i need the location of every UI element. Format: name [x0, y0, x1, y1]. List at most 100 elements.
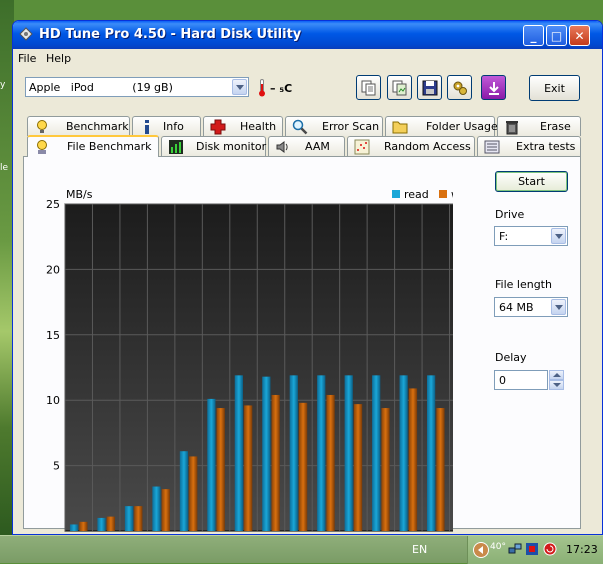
read-bar: [234, 375, 243, 531]
write-bar: [381, 408, 390, 531]
write-bar: [216, 408, 225, 531]
write-bar: [353, 404, 363, 531]
security-icon[interactable]: [525, 542, 539, 556]
trash-icon: [506, 121, 518, 135]
copy-info-button[interactable]: [356, 75, 381, 100]
write-bar: [79, 521, 88, 531]
stepper-up-icon[interactable]: [549, 370, 564, 380]
bar-chart-icon: [169, 140, 183, 154]
write-bar: [436, 408, 445, 531]
temperature-readout: – ₅C: [270, 82, 293, 95]
desktop-fragment-y: y: [0, 80, 6, 90]
read-bar: [427, 375, 436, 531]
tab-folder-usage[interactable]: Folder Usage: [385, 116, 498, 136]
clock[interactable]: 17:23: [566, 543, 598, 556]
chevron-down-icon[interactable]: [551, 299, 566, 315]
tab-file-benchmark[interactable]: File Benchmark: [27, 135, 159, 157]
read-bar: [399, 375, 408, 531]
tab-error-scan[interactable]: Error Scan: [285, 116, 383, 136]
tab-aam-label: AAM: [305, 140, 330, 153]
legend-swatch-write: [439, 190, 447, 198]
read-bar: [344, 375, 353, 531]
maximize-button[interactable]: □: [546, 25, 567, 46]
start-button[interactable]: Start: [495, 171, 568, 192]
y-tick-label: 15: [46, 329, 60, 342]
write-bar: [271, 394, 280, 531]
tab-erase[interactable]: Erase: [497, 116, 581, 136]
copy-screen-icon: [392, 80, 407, 96]
read-bar: [97, 517, 106, 531]
system-tray: 40° 17:23: [467, 536, 603, 564]
antivirus-icon[interactable]: [543, 542, 557, 556]
copy-screen-button[interactable]: [387, 75, 412, 100]
legend-label-read: read: [404, 188, 429, 201]
scatter-icon: [354, 139, 370, 155]
health-cross-icon: [210, 119, 226, 135]
write-bar: [326, 394, 335, 531]
tab-extra-tests[interactable]: Extra tests: [477, 136, 581, 156]
options-button[interactable]: [447, 75, 472, 100]
exit-button[interactable]: Exit: [529, 75, 580, 101]
language-indicator[interactable]: EN: [412, 543, 427, 556]
tab-benchmark[interactable]: Benchmark: [27, 116, 130, 136]
drive-select-value: Apple iPod (19 gB): [29, 81, 173, 94]
speaker-icon: [276, 141, 288, 153]
write-bar: [106, 516, 115, 531]
save-button[interactable]: [417, 75, 442, 100]
y-axis-label: MB/s: [66, 188, 93, 201]
chart-svg: 510152025MB/s0.5124816326412825651210242…: [46, 188, 479, 532]
legend-label-write: write: [451, 188, 453, 201]
taskbar: EN 40° 17:23: [0, 535, 603, 564]
read-bar: [317, 375, 326, 531]
stepper-down-icon[interactable]: [549, 380, 564, 390]
drive-select[interactable]: Apple iPod (19 gB): [25, 77, 249, 97]
delay-value: 0: [499, 374, 506, 387]
tab-health[interactable]: Health: [203, 116, 283, 136]
network-icon[interactable]: [508, 542, 522, 556]
info-icon: [145, 120, 149, 134]
close-button[interactable]: ✕: [569, 25, 590, 46]
bulb-icon: [37, 120, 47, 133]
read-bar: [207, 398, 216, 531]
minimize-button[interactable]: _: [523, 25, 544, 46]
show-hidden-icons-icon[interactable]: [473, 542, 489, 558]
read-bar: [124, 506, 134, 531]
title-bar[interactable]: HD Tune Pro 4.50 - Hard Disk Utility _ □…: [13, 21, 602, 49]
options-icon: [453, 81, 467, 95]
file-length-select[interactable]: 64 MB: [494, 297, 568, 317]
window-title: HD Tune Pro 4.50 - Hard Disk Utility: [39, 27, 302, 42]
read-bar: [372, 375, 381, 531]
drive-label: Drive: [495, 208, 525, 221]
tab-erase-label: Erase: [540, 120, 571, 133]
read-bar: [179, 451, 189, 531]
write-bar: [244, 405, 253, 531]
menu-help[interactable]: Help: [46, 52, 71, 65]
app-window: HD Tune Pro 4.50 - Hard Disk Utility _ □…: [12, 20, 603, 535]
chevron-down-icon[interactable]: [232, 79, 247, 95]
y-tick-label: 5: [53, 460, 60, 473]
y-tick-label: 10: [46, 394, 60, 407]
chevron-down-icon[interactable]: [551, 228, 566, 244]
tab-info[interactable]: Info: [132, 116, 201, 136]
tab-disk-monitor[interactable]: Disk monitor: [161, 136, 266, 156]
read-bar: [69, 524, 79, 531]
tab-random-access[interactable]: Random Access: [347, 136, 475, 156]
file-benchmark-chart: 510152025MB/s0.5124816326412825651210242…: [23, 181, 479, 534]
tab-aam[interactable]: AAM: [268, 136, 345, 156]
tab-random-access-label: Random Access: [384, 140, 471, 153]
read-bar: [152, 486, 161, 531]
file-length-value: 64 MB: [499, 301, 534, 314]
delay-stepper[interactable]: [549, 370, 564, 390]
download-button[interactable]: [481, 75, 506, 100]
tab-info-label: Info: [163, 120, 184, 133]
menu-file[interactable]: File: [18, 52, 36, 65]
write-bar: [299, 402, 308, 531]
y-tick-label: 20: [46, 263, 60, 276]
file-length-label: File length: [495, 278, 552, 291]
drive-letter-select[interactable]: F:: [494, 226, 568, 246]
file-benchmark-icon: [37, 140, 47, 154]
delay-input[interactable]: 0: [494, 370, 548, 390]
save-icon: [422, 80, 438, 96]
extra-tests-icon: [484, 140, 500, 154]
tab-folder-usage-label: Folder Usage: [426, 120, 498, 133]
